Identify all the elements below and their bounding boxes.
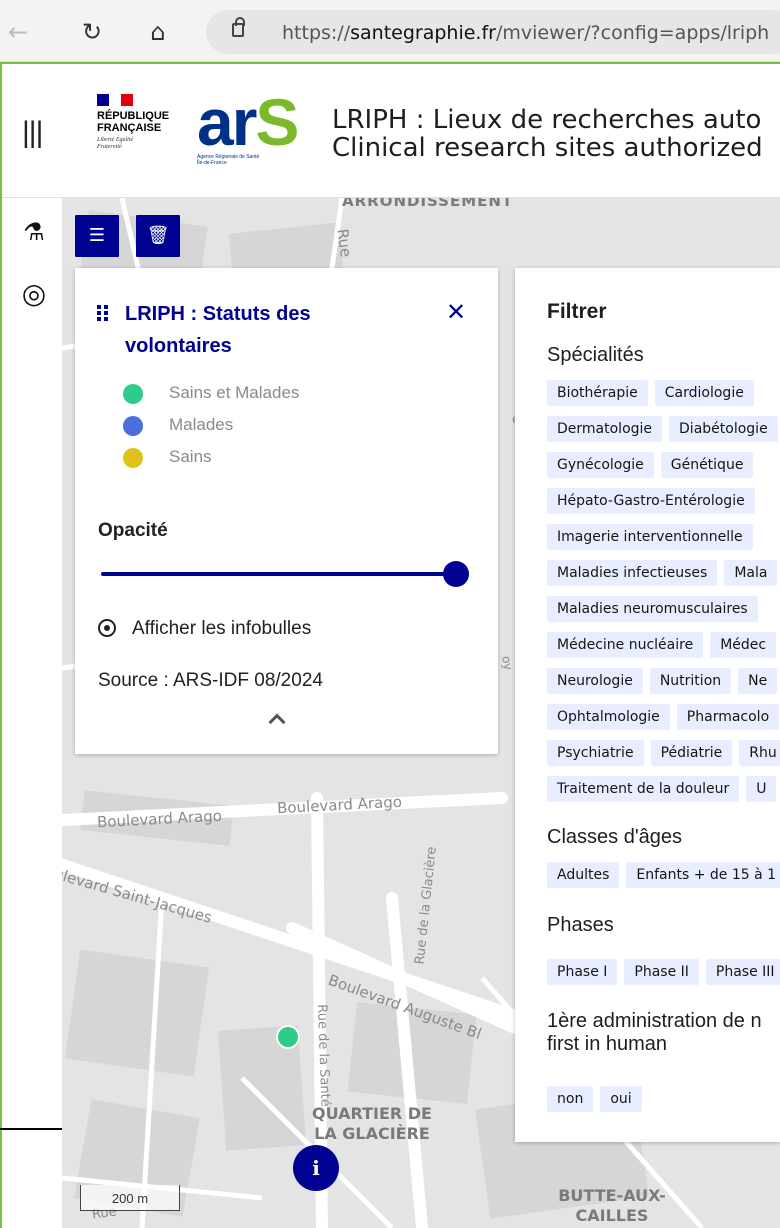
chevron-up-icon[interactable]: [268, 713, 286, 731]
info-button[interactable]: i: [293, 1145, 339, 1191]
address-bar[interactable]: https://santegraphie.fr/mviewer/?config=…: [206, 10, 780, 54]
legend-title: LRIPH : Statuts des volontaires: [125, 303, 311, 357]
filter-chip[interactable]: Génétique: [660, 452, 754, 478]
map-label-rue: Rue: [333, 227, 356, 259]
page-title: LRIPH : Lieux de recherches auto Clinica…: [332, 105, 763, 163]
filter-chip[interactable]: Phase III: [705, 959, 780, 985]
fih-heading: 1ère administration de n first in human: [547, 1010, 762, 1055]
republique-francaise-logo: RÉPUBLIQUE FRANÇAISE Liberté Égalité Frat…: [97, 94, 187, 151]
filter-chip[interactable]: Pharmacolo: [676, 704, 780, 730]
filter-panel: Filtrer Spécialités Biothérapie Cardiolog…: [515, 268, 780, 1142]
filter-chip[interactable]: Médec: [710, 632, 777, 658]
filter-chip[interactable]: Médecine nucléaire: [547, 632, 704, 658]
filter-chip[interactable]: Ne: [738, 668, 778, 694]
map-label-arrondissement: ARRONDISSEMENT: [342, 198, 514, 210]
specialites-heading: Spécialités: [547, 344, 644, 366]
filter-chip[interactable]: U: [746, 776, 777, 802]
filter-chip[interactable]: Gynécologie: [547, 452, 654, 478]
specialites-chip-row: Médecine nucléaire Médec: [547, 632, 780, 658]
legend-dot: [123, 384, 143, 404]
filter-chip[interactable]: Pédiatrie: [650, 740, 733, 766]
ages-heading: Classes d'âges: [547, 826, 682, 848]
legend-dot: [123, 416, 143, 436]
ages-chips: Adultes Enfants + de 15 à 1: [547, 862, 780, 888]
drag-handle-icon[interactable]: [97, 305, 111, 321]
phases-heading: Phases: [547, 914, 614, 936]
filter-chip[interactable]: Phase I: [547, 959, 618, 985]
filter-chip[interactable]: Psychiatrie: [547, 740, 644, 766]
filter-chip[interactable]: Ophtalmologie: [547, 704, 670, 730]
phases-chips: Phase I Phase II Phase III: [547, 959, 780, 985]
browser-toolbar: ← ↻ ⌂ https://santegraphie.fr/mviewer/?c…: [0, 0, 780, 62]
fih-chips: non oui: [547, 1086, 649, 1112]
reload-icon[interactable]: ↻: [78, 18, 106, 46]
specialites-chip-row: Gynécologie Génétique: [547, 452, 780, 478]
opacity-slider-handle[interactable]: [443, 561, 469, 587]
specialites-chip-row: Maladies neuromusculaires: [547, 596, 780, 622]
map-label-butte-aux-cailles: BUTTE-AUX-CAILLES: [558, 1186, 666, 1225]
lock-icon: [232, 17, 245, 37]
left-toolbar: ⚗ ◎: [2, 198, 62, 1228]
filter-title: Filtrer: [547, 300, 607, 323]
trash-icon: 🗑: [146, 225, 170, 246]
specialites-chip-row: Hépato-Gastro-Entérologie: [547, 488, 780, 514]
specialites-chip-row: Ophtalmologie Pharmacolo: [547, 704, 780, 730]
legend-panel: LRIPH : Statuts des volontaires ✕ Sains …: [75, 268, 498, 754]
divider: [0, 1128, 62, 1130]
map-label-quartier-glaciere: QUARTIER DE LA GLACIÈRE: [312, 1104, 432, 1143]
specialites-chip-row: Traitement de la douleur U: [547, 776, 780, 802]
scale-bar: 200 m: [80, 1185, 180, 1211]
back-arrow-icon[interactable]: ←: [4, 18, 32, 46]
filter-chip[interactable]: Maladies neuromusculaires: [547, 596, 758, 622]
specialites-chip-row: Psychiatrie Pédiatrie Rhu: [547, 740, 780, 766]
filter-chip[interactable]: Traitement de la douleur: [547, 776, 740, 802]
specialites-chip-row: Imagerie interventionnelle: [547, 524, 780, 550]
filter-chip[interactable]: oui: [600, 1086, 642, 1112]
close-icon[interactable]: ✕: [446, 301, 466, 325]
specialites-chip-row: Neurologie Nutrition Ne: [547, 668, 780, 694]
opacity-slider-track[interactable]: [101, 572, 457, 576]
filter-chip[interactable]: Adultes: [547, 862, 620, 888]
legend-dot: [123, 448, 143, 468]
list-icon: ☰: [88, 225, 106, 246]
map-label-oy: oy: [499, 654, 516, 672]
flask-icon[interactable]: ⚗: [20, 218, 48, 246]
opacity-label: Opacité: [98, 520, 168, 541]
filter-chip[interactable]: Enfants + de 15 à 1: [626, 862, 780, 888]
legend-list-button[interactable]: ☰: [75, 215, 119, 257]
ars-logo: arS Agence Régionale de Santé Île-de-Fra…: [197, 85, 299, 166]
filter-chip[interactable]: Nutrition: [649, 668, 732, 694]
specialites-chip-row: Dermatologie Diabétologie: [547, 416, 780, 442]
source-text: Source : ARS-IDF 08/2024: [98, 670, 323, 691]
filter-chip[interactable]: Imagerie interventionnelle: [547, 524, 753, 550]
filter-chip[interactable]: Diabétologie: [669, 416, 778, 442]
filter-chip[interactable]: Maladies infectieuses: [547, 560, 718, 586]
app-header: ||| RÉPUBLIQUE FRANÇAISE Liberté Égalité …: [2, 64, 780, 198]
filter-chip[interactable]: Neurologie: [547, 668, 643, 694]
filter-chip[interactable]: Phase II: [624, 959, 699, 985]
menu-icon[interactable]: |||: [22, 116, 43, 150]
globe-icon[interactable]: ◎: [20, 280, 48, 308]
filter-chip[interactable]: Biothérapie: [547, 380, 648, 406]
map-marker[interactable]: [276, 1025, 300, 1049]
home-icon[interactable]: ⌂: [144, 18, 172, 46]
filter-chip[interactable]: Mala: [724, 560, 778, 586]
radio-icon[interactable]: [98, 619, 116, 637]
filter-chip[interactable]: Hépato-Gastro-Entérologie: [547, 488, 755, 514]
delete-button[interactable]: 🗑: [136, 215, 180, 257]
specialites-chip-row: Maladies infectieuses Mala: [547, 560, 780, 586]
filter-chip[interactable]: Cardiologie: [654, 380, 754, 406]
filter-chip[interactable]: Dermatologie: [547, 416, 663, 442]
filter-chip[interactable]: Rhu: [739, 740, 780, 766]
specialites-chip-row: Biothérapie Cardiologie: [547, 380, 780, 406]
infobulle-toggle[interactable]: Afficher les infobulles: [98, 618, 311, 640]
filter-chip[interactable]: non: [547, 1086, 594, 1112]
url-text: https://santegraphie.fr/mviewer/?config=…: [282, 22, 770, 44]
